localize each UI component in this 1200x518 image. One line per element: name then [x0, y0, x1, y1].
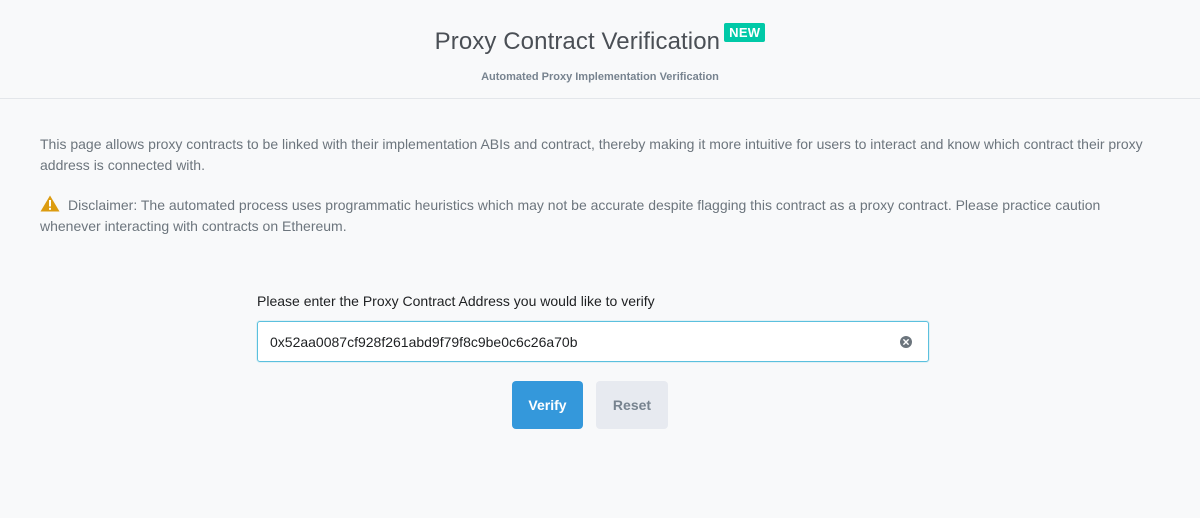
page-subtitle: Automated Proxy Implementation Verificat… [481, 71, 719, 83]
page-header: Proxy Contract Verification NEW Automated… [0, 0, 1200, 99]
proxy-address-input[interactable] [270, 322, 890, 361]
title-row: Proxy Contract Verification NEW [0, 23, 1200, 56]
page-description: This page allows proxy contracts to be l… [40, 136, 1143, 173]
warning-icon [40, 195, 60, 212]
address-input-wrapper [257, 321, 929, 362]
clear-input-icon[interactable] [900, 336, 912, 348]
reset-button[interactable]: Reset [596, 381, 668, 429]
verify-button[interactable]: Verify [512, 381, 583, 429]
page-title: Proxy Contract Verification [434, 28, 721, 55]
address-field-label: Please enter the Proxy Contract Address … [257, 293, 655, 309]
disclaimer-text: Disclaimer: The automated process uses p… [40, 197, 1101, 234]
new-badge: NEW [724, 23, 766, 42]
disclaimer-block: Disclaimer: The automated process uses p… [40, 195, 1160, 237]
